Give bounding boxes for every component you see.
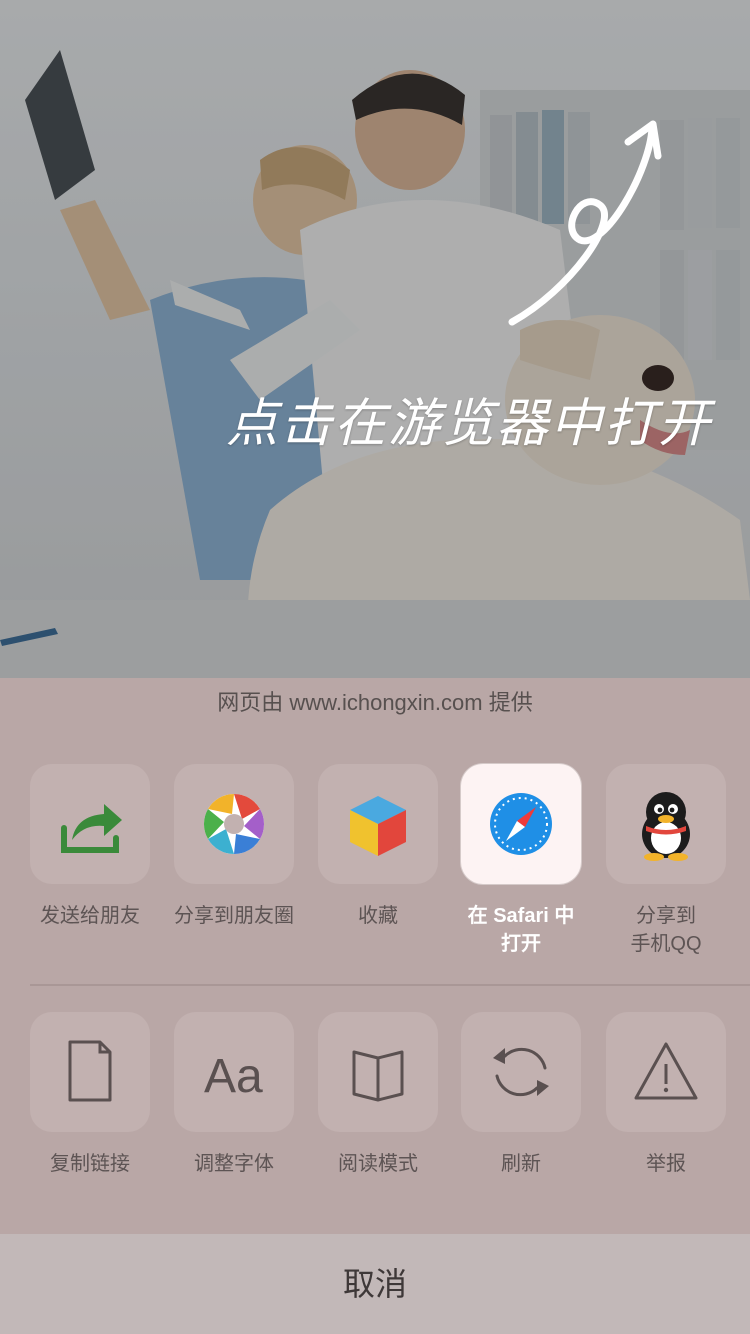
document-icon bbox=[68, 1040, 112, 1102]
warning-icon bbox=[634, 1042, 698, 1100]
reading-mode-button[interactable]: 阅读模式 bbox=[298, 1012, 458, 1212]
send-to-friend-label: 发送给朋友 bbox=[40, 905, 140, 927]
svg-text:Aa: Aa bbox=[204, 1050, 263, 1103]
share-to-qq-button[interactable]: 分享到 手机QQ bbox=[586, 764, 746, 964]
adjust-font-label: 调整字体 bbox=[194, 1153, 274, 1175]
reading-mode-label: 阅读模式 bbox=[338, 1153, 418, 1175]
moments-icon bbox=[203, 794, 265, 854]
font-size-icon: Aa bbox=[204, 1050, 263, 1103]
share-to-moments-button[interactable]: 分享到朋友圈 bbox=[154, 764, 314, 964]
refresh-icon bbox=[493, 1047, 549, 1097]
background-photo bbox=[0, 0, 750, 680]
favorites-icon bbox=[350, 796, 406, 856]
favorites-button[interactable]: 收藏 bbox=[298, 764, 458, 964]
send-to-friend-button[interactable]: 发送给朋友 bbox=[10, 764, 170, 964]
row-divider bbox=[30, 984, 750, 986]
safari-icon bbox=[490, 793, 552, 855]
book-icon bbox=[352, 1050, 404, 1102]
provider-text: 网页由 www.ichongxin.com 提供 bbox=[217, 690, 533, 715]
adjust-font-button[interactable]: Aa 调整字体 bbox=[154, 1012, 314, 1212]
favorites-label: 收藏 bbox=[358, 905, 398, 927]
send-to-friend-icon bbox=[61, 804, 122, 853]
open-in-safari-button[interactable]: 在 Safari 中 打开 bbox=[441, 764, 601, 964]
share-row: 发送给朋友 分享到朋友圈 收藏 在 Safari 中 打开 分享到 手机QQ bbox=[0, 764, 750, 964]
refresh-button[interactable]: 刷新 bbox=[441, 1012, 601, 1212]
share-to-moments-label: 分享到朋友圈 bbox=[174, 905, 294, 927]
copy-link-button[interactable]: 复制链接 bbox=[10, 1012, 170, 1212]
report-button[interactable]: 举报 bbox=[586, 1012, 746, 1212]
qq-icon bbox=[642, 792, 690, 861]
vet-scene-illustration bbox=[0, 50, 750, 680]
action-row: 复制链接 Aa 调整字体 阅读模式 刷新 举报 bbox=[0, 1012, 750, 1212]
refresh-label: 刷新 bbox=[501, 1153, 541, 1175]
cancel-button[interactable]: 取消 bbox=[0, 1234, 750, 1334]
report-label: 举报 bbox=[646, 1153, 686, 1175]
copy-link-label: 复制链接 bbox=[50, 1153, 130, 1175]
open-in-safari-label: 在 Safari 中 打开 bbox=[467, 905, 575, 955]
open-in-browser-hint: 点击在游览器中打开 bbox=[226, 394, 713, 454]
share-to-qq-label: 分享到 手机QQ bbox=[630, 905, 702, 955]
arrow-up-right-icon bbox=[508, 120, 662, 326]
